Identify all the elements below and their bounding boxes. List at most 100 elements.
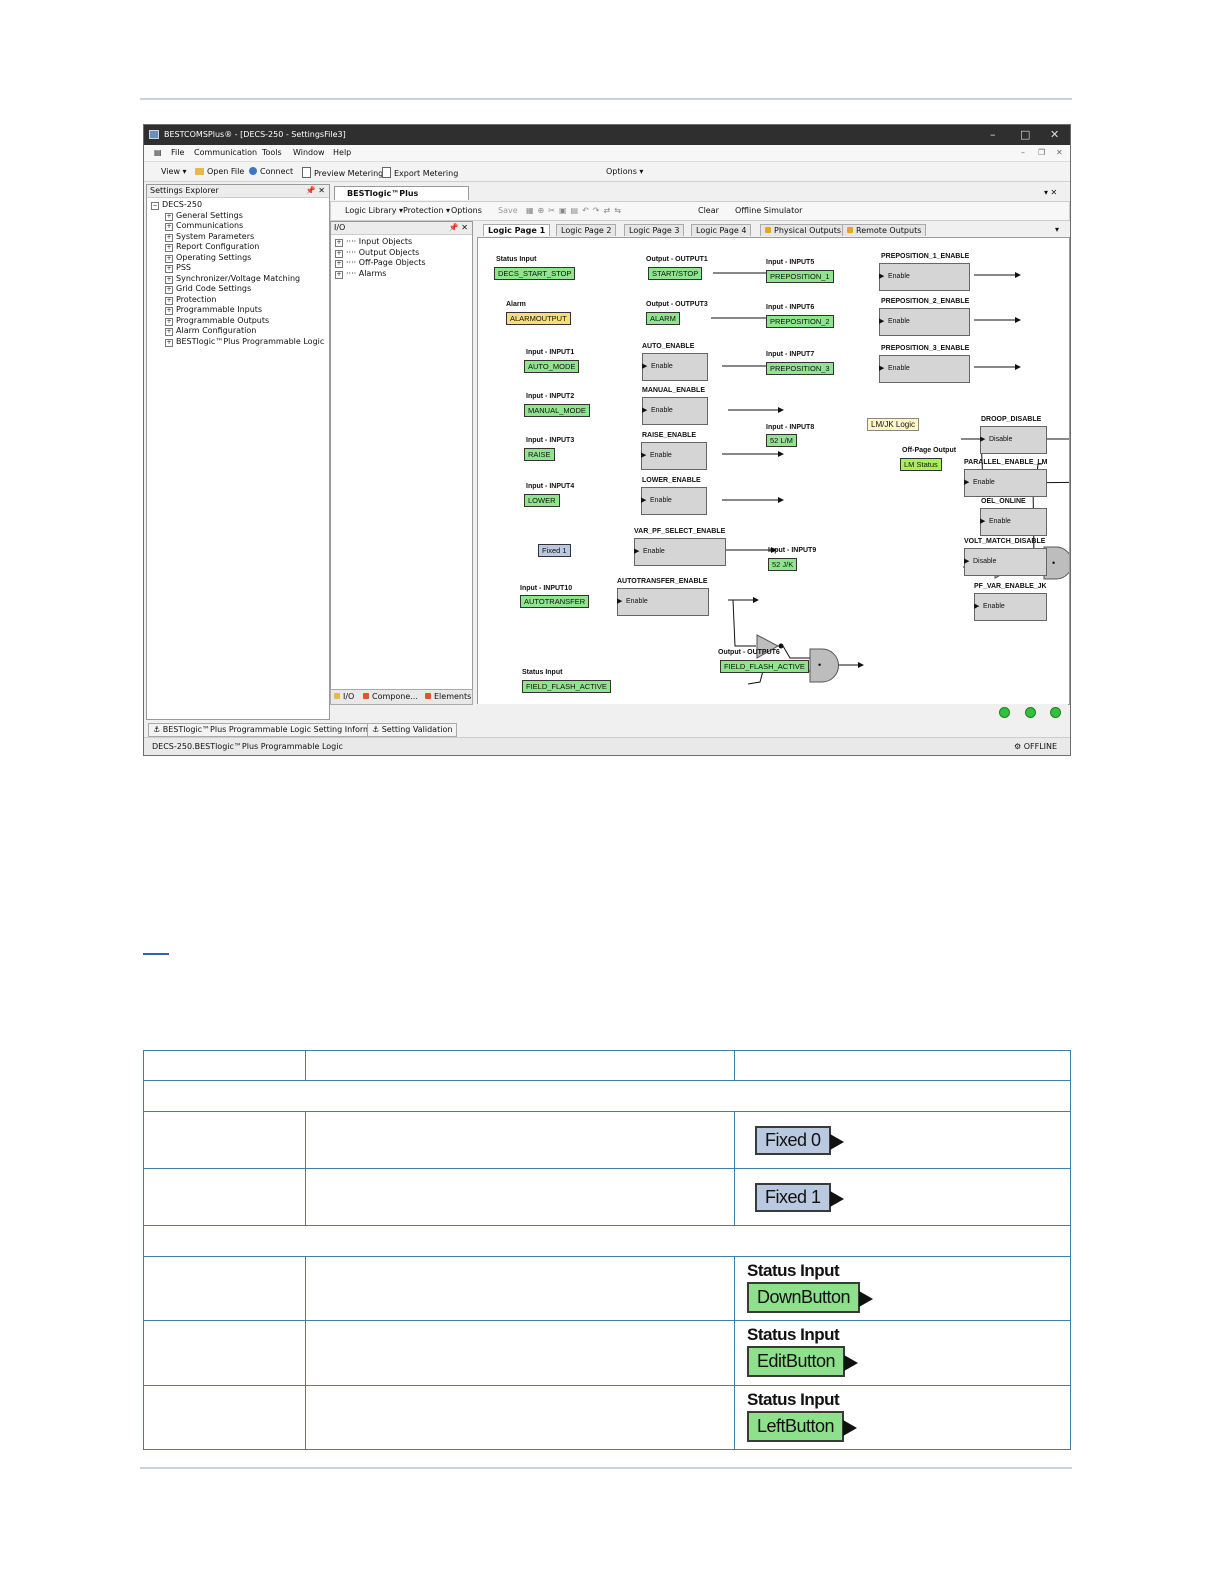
input-block[interactable]: Fixed 1: [538, 544, 571, 557]
status-led-icon: [1050, 707, 1061, 718]
tab-io[interactable]: I/O: [334, 692, 354, 701]
input-arrow-icon: ▶: [980, 518, 986, 525]
tab-logic-page-4[interactable]: Logic Page 4: [691, 224, 752, 236]
menu-window[interactable]: Window: [293, 148, 325, 157]
offline-simulator-button[interactable]: Offline Simulator: [735, 206, 802, 215]
io-tree-item[interactable]: + ···· Input Objects: [335, 237, 472, 248]
tab-setting-information[interactable]: ⚓ BESTlogic™Plus Programmable Logic Sett…: [148, 723, 397, 737]
tab-components[interactable]: Compone...: [363, 692, 418, 701]
tree-item[interactable]: + System Parameters: [151, 232, 329, 243]
top-rule: [140, 98, 1072, 100]
tree-item[interactable]: + BESTlogic™Plus Programmable Logic: [151, 337, 329, 348]
function-block[interactable]: Enable ▶: [964, 469, 1047, 497]
input-block[interactable]: AUTOTRANSFER: [520, 595, 590, 608]
function-block[interactable]: Enable ▶: [641, 442, 707, 470]
document-tab[interactable]: BESTlogic™Plus Programmabl...: [334, 186, 469, 212]
output-arrow-icon: [829, 1190, 844, 1207]
function-block[interactable]: Enable ▶: [642, 397, 708, 425]
function-block[interactable]: Enable ▶: [879, 355, 970, 383]
tab-physical-outputs[interactable]: Physical Outputs: [760, 224, 847, 236]
function-block[interactable]: Enable ▶: [980, 508, 1047, 536]
function-block[interactable]: Enable ▶: [974, 593, 1047, 621]
input-block[interactable]: LOWER: [524, 494, 560, 507]
document-menu-icon[interactable]: ▤: [154, 148, 162, 157]
maximize-button[interactable]: □: [1020, 128, 1030, 141]
connect-button[interactable]: Connect: [249, 167, 293, 176]
function-block[interactable]: Enable ▶: [617, 588, 709, 616]
input-block[interactable]: FIELD_FLASH_ACTIVE: [522, 680, 611, 693]
protection-dropdown[interactable]: Protection ▾: [403, 206, 450, 215]
output-block[interactable]: FIELD_FLASH_ACTIVE: [720, 660, 809, 673]
save-button[interactable]: Save: [498, 206, 518, 215]
input-block[interactable]: ALARMOUTPUT: [506, 312, 571, 325]
input-block[interactable]: AUTO_MODE: [524, 360, 580, 373]
svg-text:•: •: [1052, 558, 1055, 568]
tab-logic-page-1[interactable]: Logic Page 1: [483, 224, 551, 236]
tree-root[interactable]: − DECS-250: [151, 200, 329, 211]
inner-close-button[interactable]: ✕: [1056, 148, 1063, 157]
menu-tools[interactable]: Tools: [262, 148, 282, 157]
menu-communication[interactable]: Communication: [194, 148, 257, 157]
pin-close-icons[interactable]: 📌 ✕: [449, 222, 468, 234]
close-button[interactable]: ✕: [1050, 128, 1059, 141]
tree-item[interactable]: + Report Configuration: [151, 242, 329, 253]
clear-button[interactable]: Clear: [698, 206, 719, 215]
input-block[interactable]: 52 L/M: [766, 434, 797, 447]
input-block[interactable]: RAISE: [524, 448, 555, 461]
output-block[interactable]: ALARM: [646, 312, 680, 325]
tree-item[interactable]: + Protection: [151, 295, 329, 306]
chevron-down-icon[interactable]: ▾: [1055, 225, 1059, 234]
tree-item[interactable]: + Operating Settings: [151, 253, 329, 264]
tree-item[interactable]: + General Settings: [151, 211, 329, 222]
io-tree-item[interactable]: + ···· Output Objects: [335, 248, 472, 259]
function-block[interactable]: Disable ▶: [980, 426, 1047, 454]
tree-item[interactable]: + Alarm Configuration: [151, 326, 329, 337]
inner-minimize-button[interactable]: –: [1021, 148, 1025, 157]
menu-file[interactable]: File: [171, 148, 184, 157]
options-button[interactable]: Options: [451, 206, 482, 215]
output-label: Output - OUTPUT6: [718, 649, 780, 656]
input-block[interactable]: PREPOSITION_1: [766, 270, 834, 283]
function-block[interactable]: Enable ▶: [642, 353, 708, 381]
tree-item[interactable]: + Communications: [151, 221, 329, 232]
logic-library-dropdown[interactable]: Logic Library ▾: [345, 206, 403, 215]
function-block[interactable]: Enable ▶: [879, 308, 970, 336]
link-underline[interactable]: [143, 953, 169, 955]
tab-elements[interactable]: Elements: [425, 692, 471, 701]
minimize-button[interactable]: –: [990, 128, 996, 141]
function-block[interactable]: Enable ▶: [634, 538, 726, 566]
input-block[interactable]: PREPOSITION_3: [766, 362, 834, 375]
input-block[interactable]: MANUAL_MODE: [524, 404, 590, 417]
tab-logic-page-3[interactable]: Logic Page 3: [624, 224, 685, 236]
pin-close-icons[interactable]: 📌 ✕: [306, 185, 325, 197]
tab-remote-outputs[interactable]: Remote Outputs: [842, 224, 927, 236]
inner-restore-button[interactable]: ❐: [1038, 148, 1045, 157]
open-file-button[interactable]: Open File: [195, 167, 244, 176]
input-block[interactable]: DECS_START_STOP: [494, 267, 576, 280]
function-block[interactable]: Disable ▶: [964, 548, 1047, 576]
logic-diagram-canvas[interactable]: • • Status Input DECS_START_STOP Alarm ALAR…: [477, 237, 1070, 705]
output-block[interactable]: LM Status: [900, 458, 942, 471]
edit-tool-icons[interactable]: ▦⊕✂▣▤↶↷⇄⇆: [526, 206, 625, 215]
tree-item[interactable]: + Grid Code Settings: [151, 284, 329, 295]
view-dropdown[interactable]: View ▾: [161, 167, 187, 176]
menu-help[interactable]: Help: [333, 148, 351, 157]
tree-item[interactable]: + Synchronizer/Voltage Matching: [151, 274, 329, 285]
function-block[interactable]: Enable ▶: [879, 263, 970, 291]
document-tab-controls[interactable]: ▾ ✕: [1044, 188, 1057, 197]
input-block[interactable]: 52 J/K: [768, 558, 798, 571]
input-block[interactable]: PREPOSITION_2: [766, 315, 834, 328]
tree-item[interactable]: + Programmable Inputs: [151, 305, 329, 316]
io-tree-item[interactable]: + ···· Alarms: [335, 269, 472, 280]
tab-logic-page-2[interactable]: Logic Page 2: [556, 224, 617, 236]
options-dropdown[interactable]: Options ▾: [606, 167, 643, 176]
tree-item[interactable]: + PSS: [151, 263, 329, 274]
output-block[interactable]: START/STOP: [648, 267, 703, 280]
main-toolbar: View ▾ Open File Connect Preview Meterin…: [144, 162, 1070, 182]
io-tree-item[interactable]: + ···· Off-Page Objects: [335, 258, 472, 269]
preview-metering-button[interactable]: Preview Metering: [302, 167, 383, 178]
tab-setting-validation[interactable]: ⚓ Setting Validation: [367, 723, 458, 737]
tree-item[interactable]: + Programmable Outputs: [151, 316, 329, 327]
function-block[interactable]: Enable ▶: [641, 487, 707, 515]
export-metering-button[interactable]: Export Metering: [382, 167, 458, 178]
